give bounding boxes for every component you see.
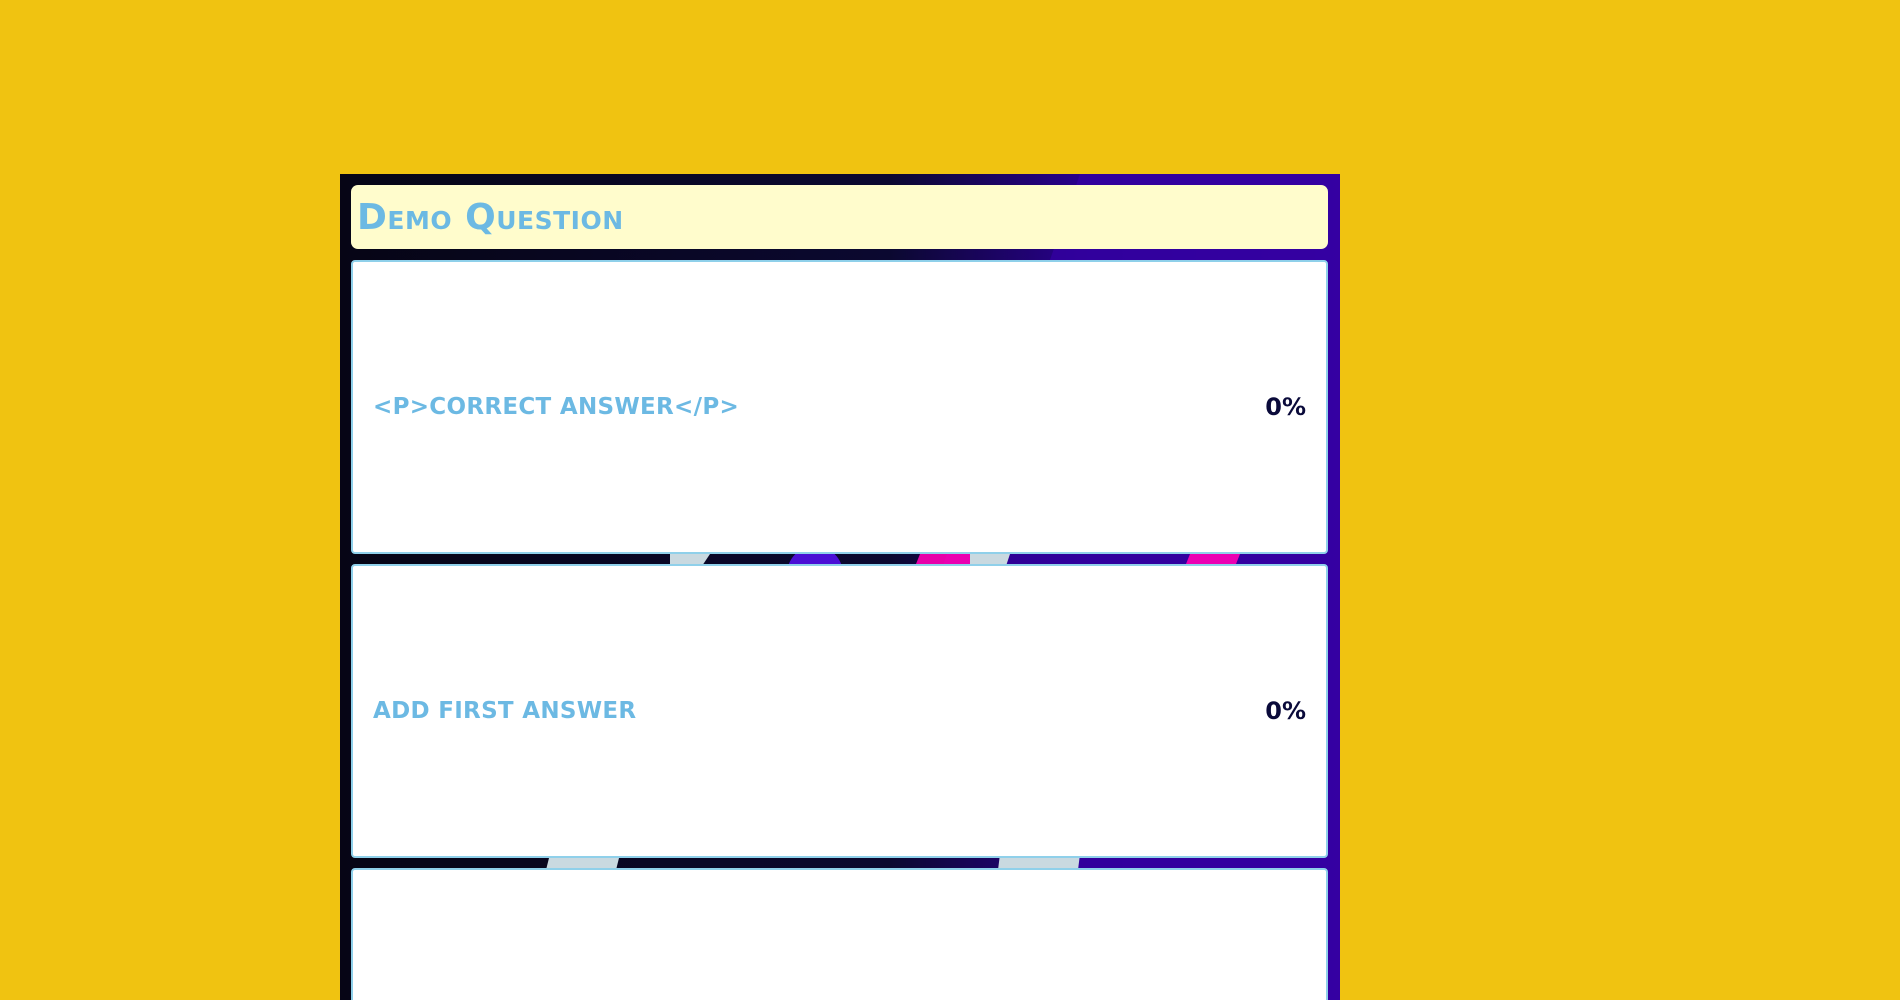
answer-option-2[interactable]: Add first answer 0%: [351, 564, 1328, 858]
quiz-stage: Demo Question <p>correct answer</p> 0% A…: [340, 174, 1340, 1000]
answer-percent: 0%: [1265, 393, 1306, 421]
answer-percent: 0%: [1265, 697, 1306, 725]
answer-option-3[interactable]: [351, 868, 1328, 1000]
question-header: Demo Question: [351, 185, 1328, 249]
answer-option-1[interactable]: <p>correct answer</p> 0%: [351, 260, 1328, 554]
question-title: Demo Question: [357, 196, 624, 238]
answer-label: <p>correct answer</p>: [373, 394, 740, 420]
answer-label: Add first answer: [373, 698, 637, 724]
